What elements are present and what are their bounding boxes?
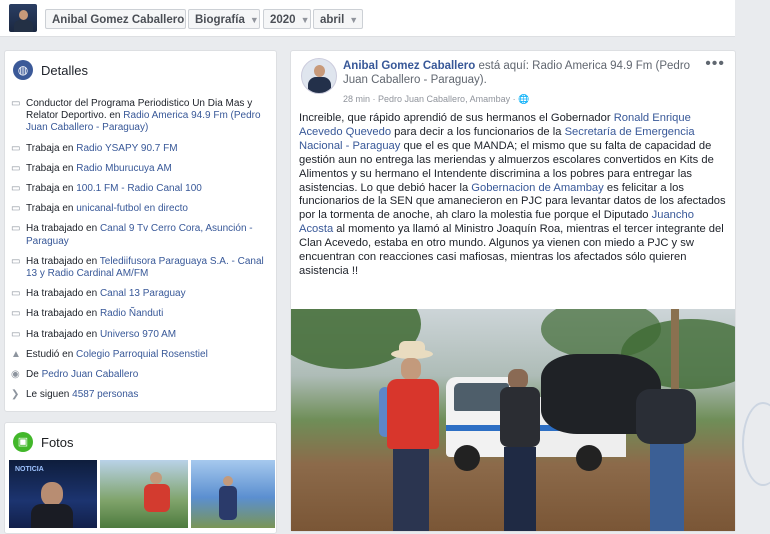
detail-prefix: De [26, 369, 42, 381]
post-text-segment: Increible, que rápido aprendió de sus he… [299, 112, 614, 124]
detail-prefix: Le siguen [26, 389, 73, 401]
year-label: 2020 [270, 14, 296, 26]
detail-prefix: Trabaja en [26, 162, 77, 174]
detail-item: ▭ Trabaja en Radio Mburucuya AM [11, 163, 271, 175]
briefcase-icon: ▭ [11, 142, 21, 154]
detail-prefix: Estudió en [26, 348, 77, 360]
post-text-segment: para decir a los funcionarios de la [391, 125, 565, 138]
month-label: abril [320, 14, 345, 26]
post-card: Anibal Gomez Caballero está aquí: Radio … [290, 50, 736, 532]
detail-prefix: Ha trabajado en [26, 288, 100, 300]
photos-title: Fotos [41, 434, 74, 450]
details-card: ◍ Detalles ▭ Conductor del Programa Perio… [4, 50, 277, 412]
more-options-icon[interactable]: ••• [705, 55, 725, 73]
detail-prefix: Ha trabajado en [26, 328, 100, 340]
post-text-segment: al momento ya llamó al Ministro Joaquín … [299, 223, 724, 277]
worker-dark-uniform [496, 369, 544, 531]
man-red-vest [379, 341, 445, 531]
details-header: ◍ Detalles [13, 60, 88, 80]
post-timestamp[interactable]: 28 min · Pedro Juan Caballero, Amambay ·… [343, 94, 529, 105]
briefcase-icon: ▭ [11, 98, 21, 109]
detail-link[interactable]: Universo 970 AM [100, 329, 176, 340]
photos-card: ▣ Fotos NOTICIA [4, 422, 277, 534]
month-dropdown[interactable]: abril ▼ [313, 9, 363, 29]
detail-link[interactable]: Canal 13 Paraguay [100, 288, 186, 299]
detail-item: ▭ Ha trabajado en Universo 970 AM [11, 329, 271, 341]
detail-item: ▭ Ha trabajado en Canal 9 Tv Cerro Cora, … [11, 223, 271, 247]
post-author-link[interactable]: Anibal Gomez Caballero [343, 60, 475, 72]
detail-prefix: Ha trabajado en [26, 308, 100, 320]
detail-item: ▭ Ha trabajado en Canal 13 Paraguay [11, 288, 271, 300]
detail-link[interactable]: Radio YSAPY 90.7 FM [76, 143, 177, 154]
globe-icon: ◍ [13, 60, 33, 80]
profile-avatar[interactable] [9, 4, 37, 32]
detail-link[interactable]: Radio Mburucuya AM [76, 163, 172, 174]
detail-item: ▲ Estudió en Colegio Parroquial Rosenstie… [11, 349, 271, 361]
photo-thumbnail[interactable]: NOTICIA [9, 460, 97, 528]
detail-link[interactable]: 100.1 FM - Radio Canal 100 [76, 183, 202, 194]
detail-link[interactable]: 4587 personas [72, 389, 138, 400]
briefcase-icon: ▭ [11, 223, 21, 235]
year-dropdown[interactable]: 2020 ▼ [263, 9, 311, 29]
detail-link[interactable]: Colegio Parroquial Rosenstiel [76, 349, 208, 360]
post-body: Increible, que rápido aprendió de sus he… [299, 112, 727, 279]
profile-name-button[interactable]: Anibal Gomez Caballero [45, 9, 186, 29]
worker-loading-bags [636, 389, 696, 531]
photo-caption: NOTICIA [15, 466, 44, 473]
detail-item: ◉ De Pedro Juan Caballero [11, 369, 271, 381]
photo-thumbnail[interactable] [100, 460, 188, 528]
briefcase-icon: ▭ [11, 308, 21, 320]
graduation-cap-icon: ▲ [11, 348, 21, 360]
detail-prefix: Ha trabajado en [26, 255, 100, 267]
photo-thumbnail[interactable] [191, 460, 275, 528]
briefcase-icon: ▭ [11, 203, 21, 215]
detail-item: ▭ Trabaja en unicanal-futbol en directo [11, 203, 271, 215]
chevron-down-icon: ▼ [349, 15, 359, 25]
chevron-down-icon: ▼ [300, 15, 310, 25]
detail-item: ▭ Trabaja en 100.1 FM - Radio Canal 100 [11, 183, 271, 195]
detail-item: ▭ Trabaja en Radio YSAPY 90.7 FM [11, 143, 271, 155]
briefcase-icon: ▭ [11, 255, 21, 267]
rss-icon: ❯ [11, 389, 20, 401]
photos-header[interactable]: ▣ Fotos [13, 432, 74, 452]
post-mention-link[interactable]: Gobernacion de Amambay [471, 182, 603, 194]
detail-prefix: Trabaja en [26, 183, 77, 195]
briefcase-icon: ▭ [11, 183, 21, 195]
detail-item: ▭ Conductor del Programa Periodistico Un … [11, 98, 271, 135]
detail-link[interactable]: unicanal-futbol en directo [76, 203, 188, 214]
detail-link[interactable]: Radio Ñanduti [100, 308, 163, 319]
details-list: ▭ Conductor del Programa Periodistico Un … [11, 98, 271, 409]
utility-pole [671, 309, 679, 399]
location-pin-icon: ◉ [11, 369, 20, 381]
briefcase-icon: ▭ [11, 328, 21, 340]
detail-item: ▭ Ha trabajado en Radio Ñanduti [11, 308, 271, 320]
briefcase-icon: ▭ [11, 162, 21, 174]
chevron-down-icon: ▼ [249, 15, 259, 25]
section-label: Biografía [195, 14, 245, 26]
detail-item: ▭ Ha trabajado en Telediifusora Paraguaya… [11, 256, 271, 280]
timeline-nav-bar: Anibal Gomez Caballero Biografía ▼ 2020 ▼ … [0, 0, 735, 37]
detail-prefix: Ha trabajado en [26, 223, 100, 235]
briefcase-icon: ▭ [11, 288, 21, 300]
detail-prefix: Trabaja en [26, 203, 77, 215]
detail-item: ❯ Le siguen 4587 personas [11, 389, 271, 401]
post-author-avatar[interactable] [301, 58, 337, 94]
post-header: Anibal Gomez Caballero está aquí: Radio … [343, 59, 703, 87]
detail-prefix: Trabaja en [26, 142, 77, 154]
section-dropdown[interactable]: Biografía ▼ [188, 9, 260, 29]
details-title: Detalles [41, 62, 88, 78]
photo-icon: ▣ [13, 432, 33, 452]
profile-name: Anibal Gomez Caballero [52, 14, 185, 26]
decorative-arc [742, 402, 770, 486]
post-photo[interactable] [291, 309, 735, 531]
detail-link[interactable]: Pedro Juan Caballero [42, 369, 139, 380]
